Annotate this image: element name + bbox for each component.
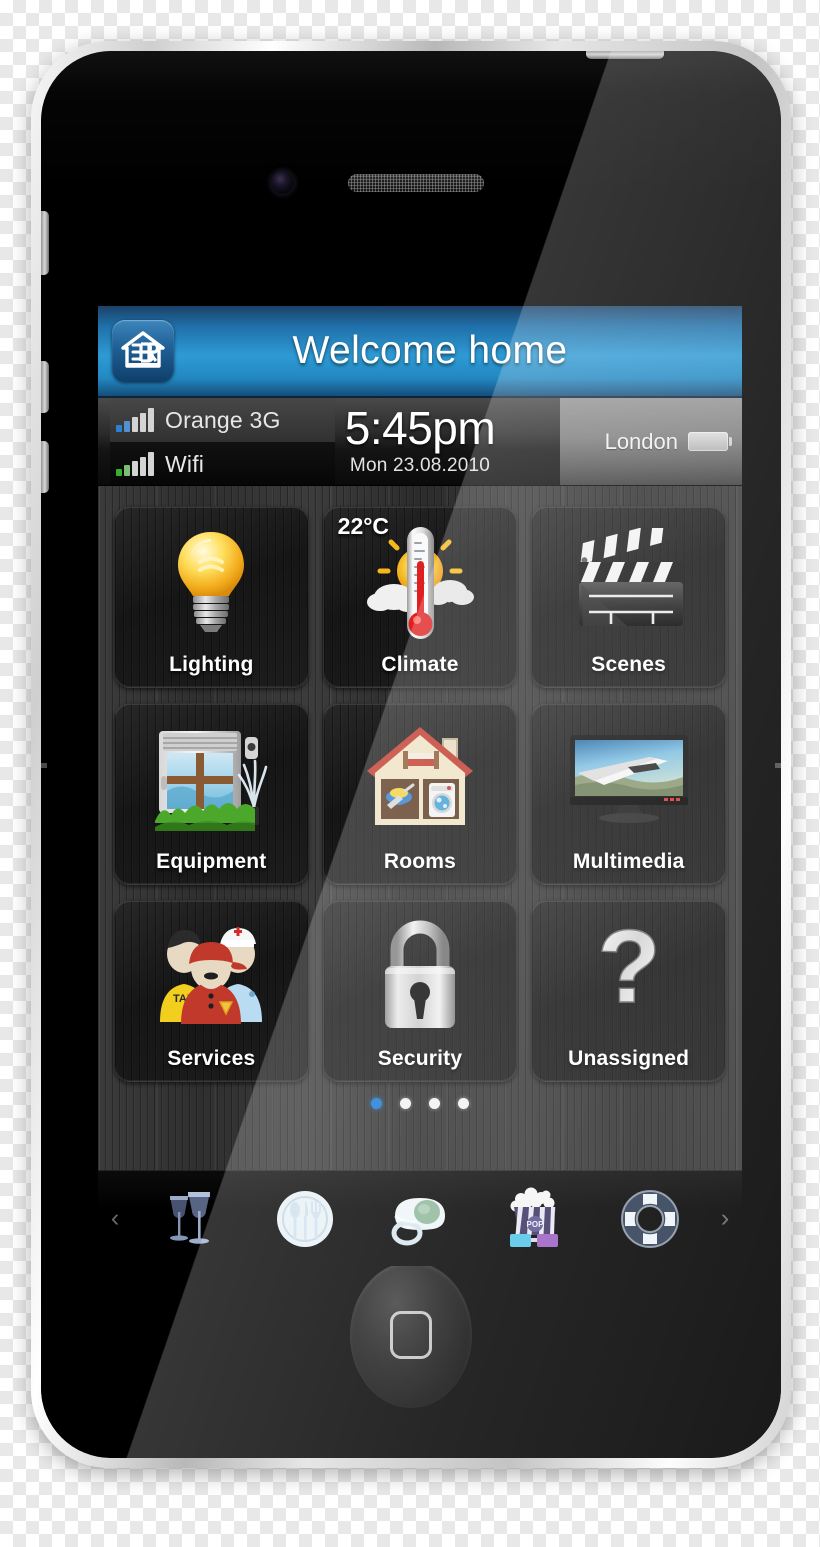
app-dock: ‹ POP ›	[98, 1170, 742, 1266]
phone-front-face: Welcome home Orange 3G Wifi 5:45pm Mon 2…	[41, 51, 781, 1458]
volume-up-button[interactable]	[41, 361, 49, 413]
carrier-row: Orange 3G	[110, 398, 335, 442]
clock-date: Mon 23.08.2010	[349, 454, 491, 476]
signal-bars-icon	[116, 452, 154, 476]
question-mark-icon: ?	[532, 901, 725, 1047]
wine-glasses-icon[interactable]	[152, 1181, 228, 1257]
page-title: Welcome home	[292, 329, 568, 372]
tile-label: Lighting	[169, 653, 254, 676]
front-camera-icon	[271, 171, 294, 194]
tile-scenes[interactable]: Scenes	[531, 506, 726, 688]
dock-next-arrow[interactable]: ›	[708, 1204, 742, 1233]
life-ring-icon[interactable]	[612, 1181, 688, 1257]
dock-prev-arrow[interactable]: ‹	[98, 1204, 132, 1233]
page-dot[interactable]	[400, 1098, 411, 1109]
clock-time: 5:45pm	[344, 402, 496, 455]
wifi-label: Wifi	[165, 450, 205, 477]
volume-down-button[interactable]	[41, 441, 49, 493]
app-status-bar: Orange 3G Wifi 5:45pm Mon 23.08.2010 Lon…	[98, 398, 742, 486]
temperature-badge: 22°C	[337, 513, 390, 539]
tile-rooms[interactable]: Rooms	[322, 703, 518, 885]
location-battery-group: London	[560, 398, 742, 485]
popcorn-3d-glasses-icon[interactable]: POP	[497, 1181, 573, 1257]
tile-label: Unassigned	[568, 1047, 690, 1070]
app-title-bar: Welcome home	[98, 306, 742, 398]
tile-services[interactable]: TAXI Services	[114, 900, 309, 1082]
plate-cutlery-icon[interactable]	[267, 1181, 343, 1257]
home-square-icon	[390, 1311, 432, 1359]
tile-climate[interactable]: 22°C Climate	[322, 506, 518, 688]
home-grid-page: Lighting 22°C Climate Scenes Equipment R…	[98, 486, 742, 1170]
connectivity-group: Orange 3G Wifi	[110, 398, 335, 485]
carrier-label: Orange 3G	[165, 406, 281, 433]
wifi-row: Wifi	[110, 442, 335, 485]
tile-label: Rooms	[383, 850, 457, 873]
tile-multimedia[interactable]: Multimedia	[531, 703, 726, 885]
phone-device: Welcome home Orange 3G Wifi 5:45pm Mon 2…	[31, 41, 791, 1468]
padlock-icon	[324, 901, 517, 1047]
battery-icon	[688, 432, 732, 451]
antenna-seam-left	[41, 763, 47, 768]
svg-text:POP: POP	[527, 1220, 545, 1229]
dock-items: POP	[132, 1181, 708, 1257]
tile-label: Multimedia	[572, 850, 685, 873]
clapperboard-icon	[532, 507, 725, 653]
page-indicator[interactable]	[114, 1098, 726, 1109]
television-icon	[532, 704, 725, 850]
tile-label: Scenes	[591, 653, 667, 676]
thermometer-icon: 22°C	[324, 507, 517, 653]
app-grid: Lighting 22°C Climate Scenes Equipment R…	[114, 506, 726, 1082]
svg-text:?: ?	[597, 918, 661, 1025]
tile-label: Security	[377, 1047, 463, 1070]
tile-label: Services	[167, 1047, 256, 1070]
page-dot[interactable]	[371, 1098, 382, 1109]
mute-switch-button[interactable]	[41, 211, 49, 275]
tile-unassigned[interactable]: ? Unassigned	[531, 900, 726, 1082]
lightbulb-icon	[115, 507, 308, 653]
service-people-icon: TAXI	[115, 901, 308, 1047]
pacifier-icon[interactable]	[382, 1181, 458, 1257]
tile-label: Climate	[381, 653, 459, 676]
house-rooms-icon	[324, 704, 517, 850]
tile-label: Equipment	[156, 850, 267, 873]
earpiece-speaker-icon	[348, 174, 484, 192]
window-sprinkler-icon	[115, 704, 308, 850]
tile-equipment[interactable]: Equipment	[114, 703, 309, 885]
signal-bars-icon	[116, 408, 154, 432]
tile-security[interactable]: Security	[322, 900, 518, 1082]
tile-lighting[interactable]: Lighting	[114, 506, 309, 688]
antenna-seam-right	[775, 763, 781, 768]
page-dot[interactable]	[458, 1098, 469, 1109]
city-label: London	[604, 428, 678, 454]
home-br-logo-icon[interactable]	[112, 320, 174, 382]
page-dot[interactable]	[429, 1098, 440, 1109]
phone-screen[interactable]: Welcome home Orange 3G Wifi 5:45pm Mon 2…	[98, 306, 742, 1266]
power-button[interactable]	[586, 51, 664, 59]
home-button[interactable]	[350, 1262, 472, 1408]
